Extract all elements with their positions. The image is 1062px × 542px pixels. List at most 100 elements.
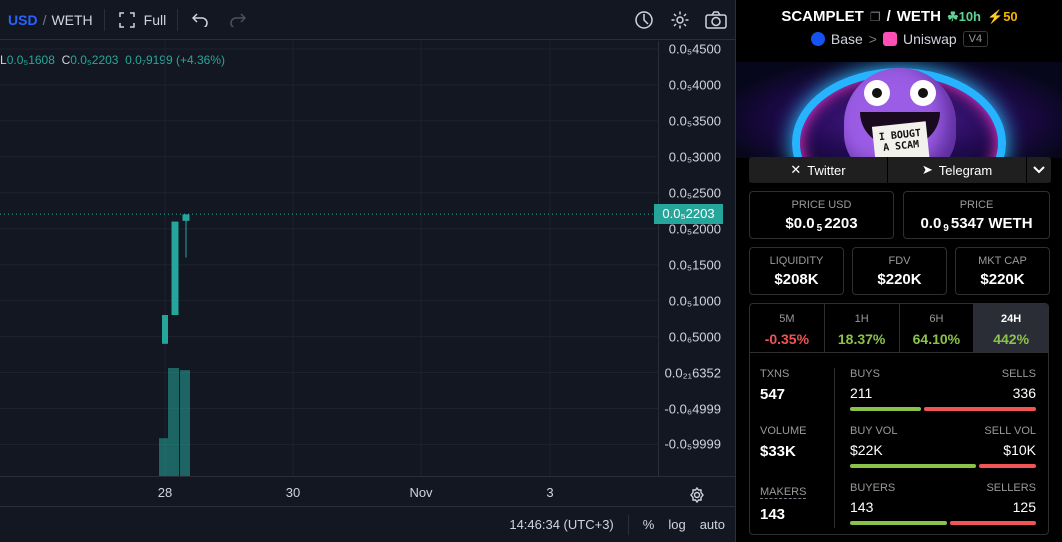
buyers-value: 143	[850, 499, 874, 515]
volume-value: $33K	[760, 443, 796, 460]
buy-vol-value: $22K	[850, 442, 883, 458]
buys-value: 211	[850, 385, 873, 401]
tab-24h[interactable]: 24H 442%	[974, 304, 1048, 352]
percent-toggle[interactable]: %	[643, 517, 655, 532]
tab-1h-change: 18.37%	[837, 331, 886, 347]
version-badge: V4	[962, 31, 989, 47]
liquidity-label: LIQUIDITY	[769, 255, 824, 267]
volume-bar	[168, 368, 179, 476]
boost-value: 50	[1003, 8, 1018, 24]
quote-usd[interactable]: USD	[8, 12, 38, 28]
toolbar-divider	[177, 8, 179, 31]
telegram-icon: ➤	[921, 162, 933, 177]
price-usd-value: $0.0 5 2203	[750, 215, 893, 234]
copy-icon[interactable]: ❐	[870, 10, 881, 24]
price-usd-sub: 5	[816, 223, 823, 234]
tab-5m-change: -0.35%	[764, 331, 810, 347]
monster-eye-right	[910, 80, 936, 106]
tab-5m-label: 5M	[779, 313, 795, 325]
price-weth-post: 5347 WETH	[950, 215, 1033, 232]
chevron-right-icon: >	[868, 31, 877, 47]
chart-status-bar: 14:46:34 (UTC+3) % log auto	[0, 506, 735, 542]
banner-sign: I BOUGT A SCAM	[871, 121, 931, 158]
full-button[interactable]: Full	[116, 9, 167, 31]
buyers-label: BUYERS	[850, 482, 896, 494]
camera-icon[interactable]	[705, 9, 727, 31]
pair-age-value: 10h	[958, 8, 981, 24]
undo-icon[interactable]	[189, 9, 211, 31]
price-weth-sub: 9	[943, 223, 949, 234]
volume-bar	[159, 438, 168, 476]
dex-name[interactable]: Uniswap	[903, 31, 957, 47]
telegram-label: Telegram	[938, 162, 993, 178]
mktcap-label: MKT CAP	[978, 255, 1027, 267]
log-toggle[interactable]: log	[668, 517, 685, 532]
price-plot[interactable]	[0, 41, 658, 476]
liquidity-card: LIQUIDITY $208K	[749, 247, 844, 295]
price-axis[interactable]: 0.0₅4500 0.0₅4000 0.0₅3500 0.0₅3000 0.0₅2500…	[658, 41, 735, 476]
quote-weth[interactable]: WETH	[51, 12, 92, 28]
sell-vol-bar	[979, 464, 1036, 468]
price-usd-card: PRICE USD $0.0 5 2203	[749, 191, 894, 239]
candle-body	[171, 221, 179, 316]
mktcap-value: $220K	[980, 271, 1025, 288]
txns-label: TXNS	[760, 368, 790, 380]
price-tick: 0.0₅3000	[668, 149, 721, 165]
uniswap-icon	[882, 32, 897, 46]
toolbar-right-group	[633, 9, 727, 31]
price-tick: 0.0₅4000	[668, 77, 721, 93]
time-axis[interactable]: 28 30 Nov 3	[0, 476, 735, 506]
base-token: SCAMPLET	[781, 8, 864, 25]
indicator-icon[interactable]	[633, 9, 655, 31]
chevron-down-icon	[1033, 166, 1045, 174]
buy-vol-bar	[850, 464, 977, 468]
gear-icon[interactable]	[669, 9, 691, 31]
timeframe-stats: 5M -0.35% 1H 18.37% 6H 64.10% 24H 442% TXNS …	[749, 303, 1049, 535]
token-banner-image: I BOUGT A SCAM	[736, 62, 1062, 158]
buyers-bar	[850, 521, 947, 525]
app-root: USD / WETH Full L0.0₅1608 C0.0₅2203 0.0₇…	[0, 0, 1062, 542]
buyers-sellers-bar	[850, 521, 1036, 525]
pair-age: ☘10h	[947, 9, 981, 25]
makers-row: MAKERS 143 BUYERS SELLERS 143 125	[750, 482, 1048, 534]
price-tick: 0.0₂₁6352	[664, 365, 721, 381]
sellers-value: 125	[1012, 499, 1036, 515]
twitter-button[interactable]: ✕ Twitter	[749, 157, 888, 183]
monster-eye-left	[864, 80, 890, 106]
more-links-button[interactable]	[1027, 157, 1051, 183]
price-tick: 0.0₅1000	[668, 293, 721, 309]
txns-row: TXNS 547 BUYS SELLS 211 336	[750, 368, 1048, 424]
chart-pane: USD / WETH Full L0.0₅1608 C0.0₅2203 0.0₇…	[0, 0, 735, 542]
makers-label: MAKERS	[760, 486, 807, 499]
sellers-bar	[949, 521, 1036, 525]
quote-toggle[interactable]: USD / WETH	[0, 12, 93, 28]
axis-settings-icon[interactable]	[686, 484, 708, 506]
txns-value: 547	[760, 386, 786, 403]
time-tick: Nov	[409, 485, 433, 500]
price-weth-card: PRICE 0.0 9 5347 WETH	[903, 191, 1050, 239]
tab-6h[interactable]: 6H 64.10%	[900, 304, 975, 352]
buys-bar	[850, 407, 921, 411]
sells-label: SELLS	[1001, 368, 1036, 380]
auto-toggle[interactable]: auto	[700, 517, 725, 532]
mktcap-card: MKT CAP $220K	[955, 247, 1050, 295]
tab-24h-label: 24H	[1001, 313, 1022, 325]
boost-badge[interactable]: ⚡50	[987, 9, 1018, 25]
tab-1h[interactable]: 1H 18.37%	[825, 304, 900, 352]
volume-label: VOLUME	[760, 425, 807, 437]
tab-5m[interactable]: 5M -0.35%	[750, 304, 825, 352]
time-tick: 30	[285, 485, 301, 500]
sellers-label: SELLERS	[986, 482, 1036, 494]
sells-value: 336	[1012, 385, 1036, 401]
quote-token: WETH	[896, 8, 941, 25]
candle-body	[182, 214, 190, 221]
clock[interactable]: 14:46:34 (UTC+3)	[509, 517, 613, 532]
redo-icon[interactable]	[227, 9, 249, 31]
pair-info-panel: SCAMPLET ❐ / WETH ☘10h ⚡50 Base > Uniswa…	[735, 0, 1062, 542]
price-tick: 0.0₅4500	[668, 41, 721, 57]
chain-name[interactable]: Base	[831, 31, 863, 47]
full-label: Full	[143, 11, 167, 28]
x-icon: ✕	[790, 162, 802, 177]
telegram-button[interactable]: ➤ Telegram	[888, 157, 1027, 183]
tab-6h-label: 6H	[929, 313, 944, 325]
